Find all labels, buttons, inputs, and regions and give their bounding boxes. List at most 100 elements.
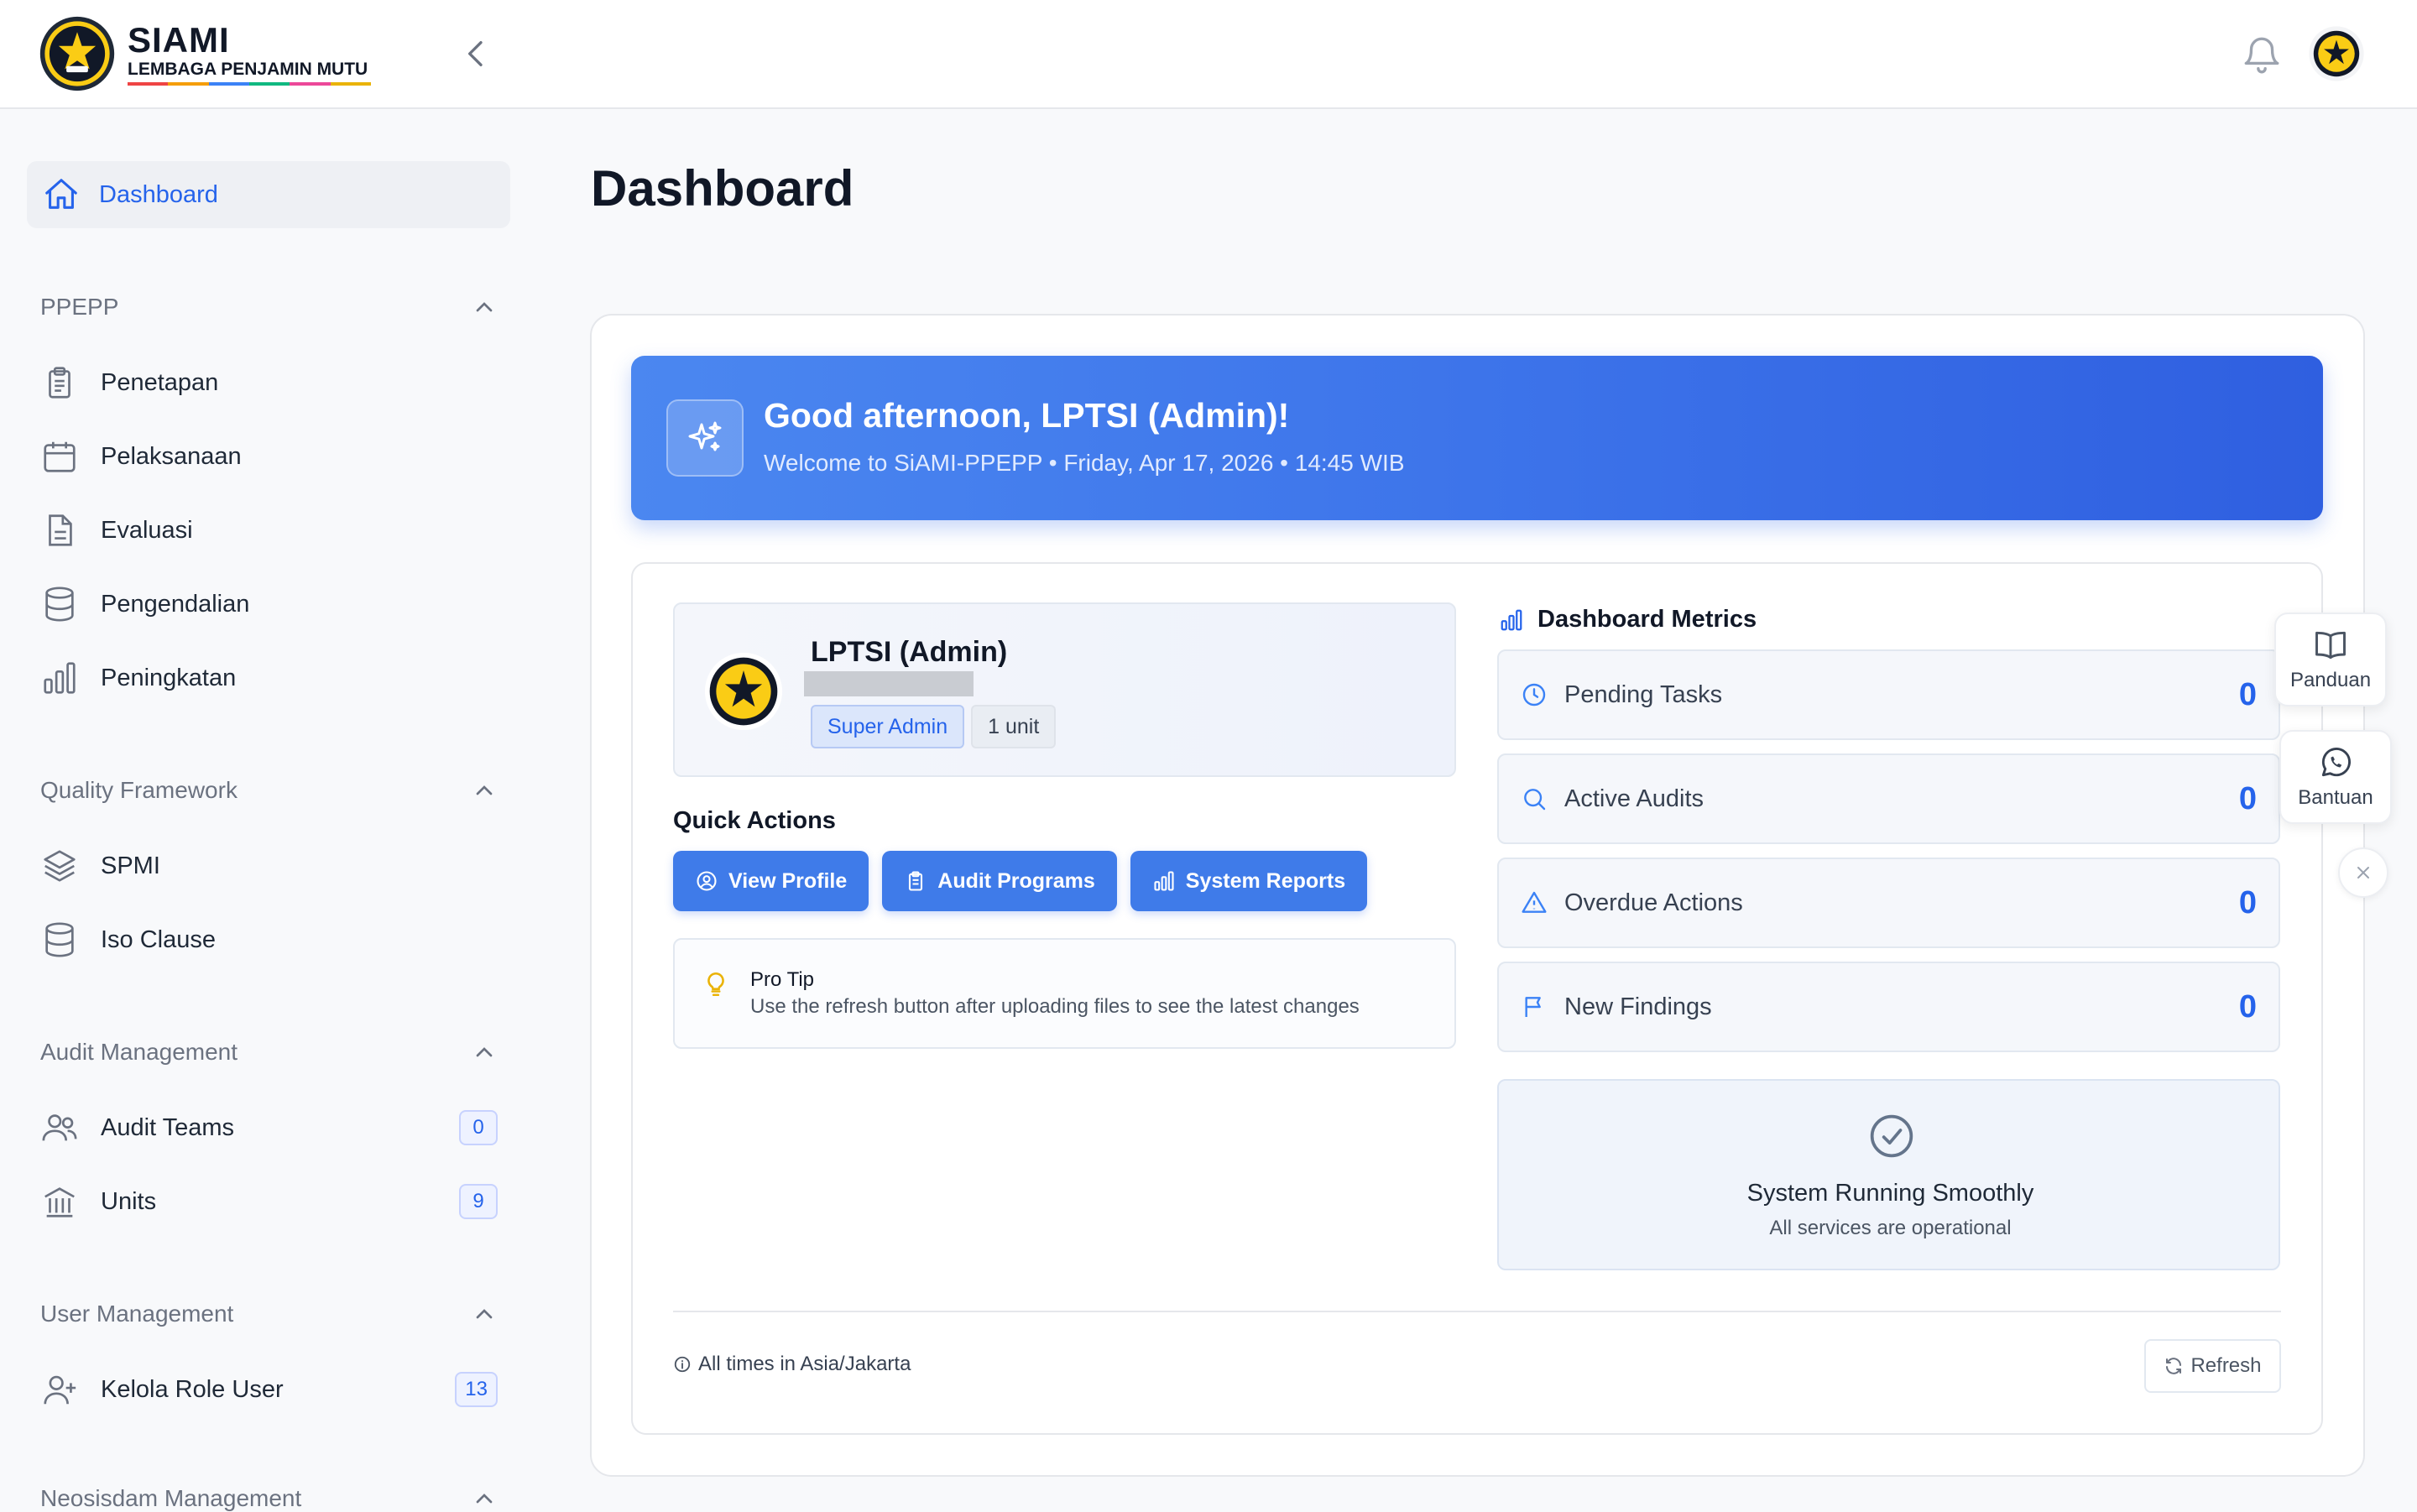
status-subtitle: All services are operational: [1769, 1217, 2012, 1239]
chevron-up-icon: [476, 1047, 493, 1057]
clipboard-icon: [49, 367, 70, 399]
guide-label: Panduan: [2289, 669, 2372, 691]
help-whatsapp-button[interactable]: Bantuan: [2279, 730, 2392, 824]
section-quality-framework-header[interactable]: Quality Framework: [40, 777, 498, 804]
brand-logo[interactable]: SIAMI LEMBAGA PENJAMIN MUTU: [39, 15, 371, 92]
greeting-text: Good afternoon, LPTSI (Admin)!: [764, 396, 1290, 435]
sidebar-item-pelaksanaan[interactable]: Pelaksanaan: [40, 431, 498, 482]
sidebar-item-label: Evaluasi: [101, 516, 193, 544]
sidebar-item-label: Iso Clause: [101, 925, 217, 953]
section-ppepp-header[interactable]: PPEPP: [40, 294, 498, 321]
metric-label: Overdue Actions: [1564, 889, 1743, 916]
audit-programs-button[interactable]: Audit Programs: [882, 851, 1117, 911]
metric-value: 0: [2238, 780, 2257, 816]
chevron-up-icon: [476, 1309, 493, 1319]
footer-divider: [673, 1311, 2281, 1312]
metric-overdue-actions[interactable]: Overdue Actions 0: [1497, 858, 2280, 948]
sidebar-item-spmi[interactable]: SPMI: [40, 841, 498, 891]
sidebar-item-evaluasi[interactable]: Evaluasi: [40, 505, 498, 555]
metric-pending-tasks[interactable]: Pending Tasks 0: [1497, 649, 2280, 740]
sidebar-item-label: Peningkatan: [101, 664, 237, 691]
sidebar-item-pengendalian[interactable]: Pengendalian: [40, 579, 498, 629]
collapse-sidebar-chevron-left-icon[interactable]: [460, 37, 493, 70]
metric-label: Pending Tasks: [1564, 680, 1723, 708]
unit-count-badge: 1 unit: [971, 705, 1057, 748]
system-reports-button[interactable]: System Reports: [1130, 851, 1368, 911]
sidebar-item-label: Units: [101, 1187, 157, 1215]
sidebar-item-audit-teams[interactable]: Audit Teams 0: [40, 1103, 498, 1153]
top-header: SIAMI LEMBAGA PENJAMIN MUTU: [0, 0, 2417, 109]
flag-icon: [1525, 997, 1541, 1017]
database-icon: [45, 587, 74, 622]
chevron-up-icon: [476, 785, 493, 795]
notification-bell-icon[interactable]: [2241, 34, 2283, 76]
profile-card: LPTSI (Admin) Super Admin 1 unit: [673, 602, 1456, 777]
check-circle-icon: [1870, 1114, 1913, 1158]
metrics-header: Dashboard Metrics: [1499, 606, 1757, 633]
database-icon: [45, 922, 74, 957]
user-plus-icon: [44, 1375, 76, 1405]
search-icon: [1524, 789, 1546, 811]
university-seal-icon: [39, 16, 115, 91]
refresh-button[interactable]: Refresh: [2144, 1339, 2281, 1393]
sidebar-item-label: Kelola Role User: [101, 1375, 284, 1403]
tip-title: Pro Tip: [750, 968, 815, 991]
sidebar-item-penetapan[interactable]: Penetapan: [40, 357, 498, 408]
guide-button[interactable]: Panduan: [2274, 613, 2387, 706]
metric-label: New Findings: [1564, 993, 1712, 1020]
sidebar-item-label: SPMI: [101, 852, 160, 879]
sidebar: Dashboard PPEPP Penetapan Pelaksanaan Ev…: [0, 109, 537, 1512]
sparkles-icon: [666, 399, 744, 477]
welcome-subtitle: Welcome to SiAMI-PPEPP • Friday, Apr 17,…: [764, 450, 1405, 476]
lightbulb-icon: [707, 972, 724, 997]
bar-chart-icon: [1501, 609, 1522, 630]
section-title: PPEPP: [40, 294, 119, 320]
quick-actions-title: Quick Actions: [673, 807, 836, 834]
sidebar-item-peningkatan[interactable]: Peningkatan: [40, 653, 498, 703]
sidebar-item-label: Penetapan: [101, 368, 219, 396]
close-floating-button[interactable]: [2338, 847, 2388, 898]
users-icon: [42, 1114, 77, 1141]
count-badge: 9: [459, 1184, 498, 1219]
section-user-management-header[interactable]: User Management: [40, 1301, 498, 1327]
sidebar-item-label: Audit Teams: [101, 1113, 235, 1141]
section-title: Neosisdam Management: [40, 1485, 302, 1511]
sidebar-item-iso-clause[interactable]: Iso Clause: [40, 915, 498, 965]
section-title: Quality Framework: [40, 777, 238, 803]
metric-new-findings[interactable]: New Findings 0: [1497, 962, 2280, 1052]
button-label: View Profile: [728, 868, 848, 893]
welcome-banner: Good afternoon, LPTSI (Admin)! Welcome t…: [631, 356, 2323, 520]
tip-text: Use the refresh button after uploading f…: [750, 995, 1360, 1018]
sidebar-item-units[interactable]: Units 9: [40, 1176, 498, 1227]
clipboard-icon: [909, 871, 923, 891]
timezone-note: All times in Asia/Jakarta: [673, 1353, 911, 1376]
metric-value: 0: [2238, 676, 2257, 712]
metric-label: Active Audits: [1564, 785, 1704, 812]
profile-chips: Super Admin 1 unit: [811, 705, 1057, 748]
bar-chart-icon: [44, 662, 76, 694]
clock-icon: [1522, 683, 1546, 706]
layers-icon: [44, 850, 76, 882]
whatsapp-icon: [2321, 748, 2351, 777]
metric-active-audits[interactable]: Active Audits 0: [1497, 753, 2280, 844]
role-badge: Super Admin: [811, 705, 965, 748]
sidebar-item-kelola-role-user[interactable]: Kelola Role User 13: [40, 1364, 498, 1415]
section-audit-management-header[interactable]: Audit Management: [40, 1039, 498, 1066]
user-avatar[interactable]: [2308, 25, 2365, 82]
section-title: User Management: [40, 1301, 234, 1327]
metric-value: 0: [2238, 884, 2257, 920]
view-profile-button[interactable]: View Profile: [673, 851, 869, 911]
calendar-icon: [44, 441, 76, 472]
profile-avatar: [704, 652, 783, 731]
help-label: Bantuan: [2298, 786, 2373, 809]
section-neosisdam-management-header[interactable]: Neosisdam Management: [40, 1485, 498, 1512]
building-icon: [44, 1187, 75, 1217]
redacted-email-bar: [804, 671, 974, 696]
button-label: System Reports: [1185, 868, 1346, 893]
brand-color-stripe: [128, 82, 371, 86]
sidebar-item-dashboard[interactable]: Dashboard: [27, 161, 510, 228]
brand-title: SIAMI: [128, 20, 230, 60]
profile-name: LPTSI (Admin): [811, 636, 1008, 668]
status-title: System Running Smoothly: [1746, 1180, 2034, 1207]
sidebar-item-label: Dashboard: [99, 180, 218, 208]
